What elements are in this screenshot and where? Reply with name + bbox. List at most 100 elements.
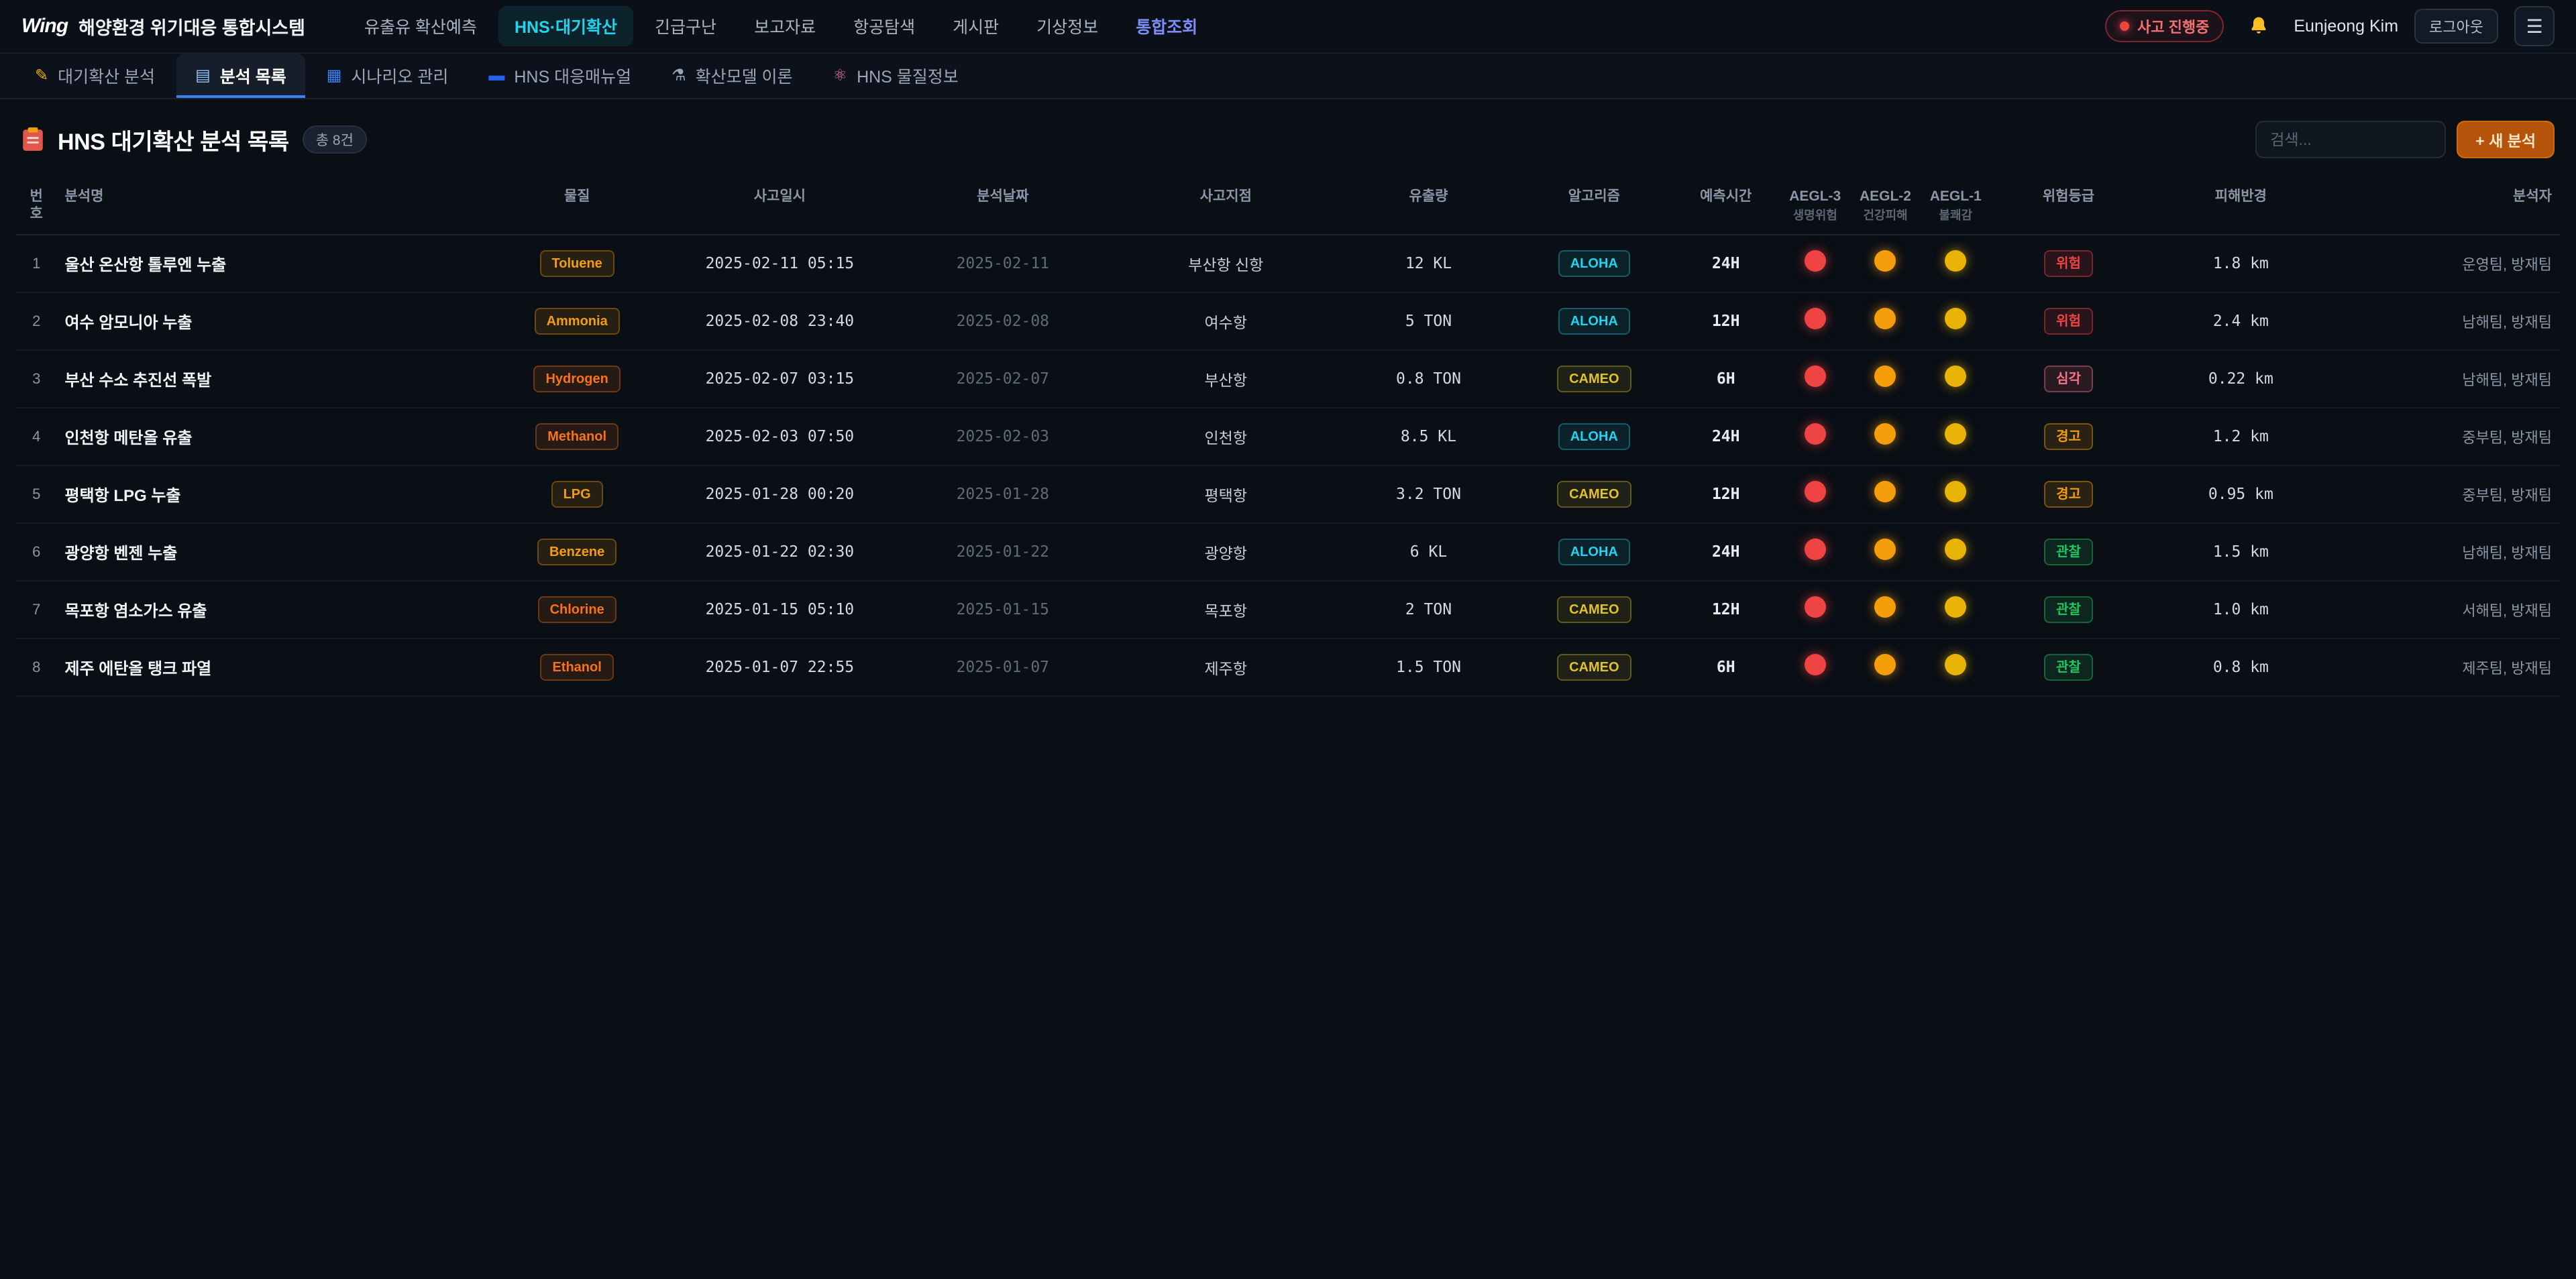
col-header-risk: 위험등급: [1991, 174, 2147, 235]
material-cell: Methanol: [489, 408, 665, 465]
nav-item[interactable]: 긴급구난: [639, 6, 733, 46]
col-header-label: AEGL-2: [1858, 188, 1913, 205]
spill-amount: 5 TON: [1341, 292, 1517, 350]
tab-분석 목록[interactable]: ▤ 분석 목록: [176, 54, 305, 98]
aegl3-cell: [1780, 581, 1850, 638]
algorithm-cell: CAMEO: [1516, 465, 1672, 523]
aegl2-cell: [1850, 292, 1921, 350]
table-row[interactable]: 6광양항 벤젠 누출Benzene2025-01-22 02:302025-01…: [16, 523, 2560, 581]
app-title: 해양환경 위기대응 통합시스템: [78, 13, 305, 40]
col-header-label: 예측시간: [1680, 188, 1772, 205]
new-analysis-button[interactable]: + 새 분석: [2457, 121, 2555, 158]
material-badge: Toluene: [540, 250, 614, 277]
table-row[interactable]: 7목포항 염소가스 유출Chlorine2025-01-15 05:102025…: [16, 581, 2560, 638]
aegl1-cell: [1921, 350, 1991, 408]
logout-button[interactable]: 로그아웃: [2414, 9, 2498, 44]
col-header-aegl2: AEGL-2건강피해: [1850, 174, 1921, 235]
incident-location: 부산항 신항: [1111, 235, 1341, 292]
incident-location: 부산항: [1111, 350, 1341, 408]
algorithm-cell: ALOHA: [1516, 523, 1672, 581]
tab-대기확산 분석[interactable]: ✎대기확산 분석: [16, 54, 174, 98]
table-row[interactable]: 1울산 온산항 톨루엔 누출Toluene2025-02-11 05:15202…: [16, 235, 2560, 292]
tab-label: 분석 목록: [220, 64, 286, 88]
nav-item[interactable]: 게시판: [936, 6, 1015, 46]
analysis-name: 제주 에탄올 탱크 파열: [56, 638, 489, 696]
analysis-date: 2025-01-22: [895, 523, 1111, 581]
incident-dot-icon: [2120, 21, 2129, 31]
user-name: Eunjeong Kim: [2294, 17, 2398, 36]
hamburger-menu-button[interactable]: ☰: [2514, 6, 2555, 46]
algorithm-cell: CAMEO: [1516, 350, 1672, 408]
tab-label: 시나리오 관리: [351, 64, 448, 88]
search-input[interactable]: [2255, 121, 2446, 158]
incident-datetime: 2025-02-08 23:40: [665, 292, 895, 350]
damage-radius: 1.8 km: [2146, 235, 2335, 292]
analysis-table-wrap: 번호분석명물질사고일시분석날짜사고지점유출량알고리즘예측시간AEGL-3생명위험…: [0, 174, 2576, 697]
nav-item[interactable]: 통합조회: [1120, 6, 1214, 46]
col-header-aegl1: AEGL-1불쾌감: [1921, 174, 1991, 235]
notification-bell-button[interactable]: [2240, 7, 2277, 45]
algorithm-badge: ALOHA: [1558, 539, 1630, 565]
tab-label: 확산모델 이론: [696, 64, 793, 88]
analyst-names: 중부팀, 방재팀: [2335, 408, 2560, 465]
analyst-names: 남해팀, 방재팀: [2335, 292, 2560, 350]
tab-HNS 물질정보[interactable]: ⚛HNS 물질정보: [814, 54, 977, 98]
aegl3-cell: [1780, 408, 1850, 465]
tab-시나리오 관리[interactable]: ▦시나리오 관리: [308, 54, 468, 98]
risk-level-badge: 관찰: [2044, 654, 2093, 681]
nav-item[interactable]: HNS·대기확산: [498, 6, 633, 46]
material-cell: Ethanol: [489, 638, 665, 696]
analysis-name: 목포항 염소가스 유출: [56, 581, 489, 638]
aegl3-cell: [1780, 350, 1850, 408]
aegl1-cell: [1921, 235, 1991, 292]
damage-radius: 0.8 km: [2146, 638, 2335, 696]
nav-item[interactable]: 유출유 확산예측: [348, 6, 493, 46]
row-number: 4: [16, 408, 56, 465]
table-row[interactable]: 8제주 에탄올 탱크 파열Ethanol2025-01-07 22:552025…: [16, 638, 2560, 696]
aegl2-cell: [1850, 350, 1921, 408]
analysis-date: 2025-01-07: [895, 638, 1111, 696]
spill-amount: 0.8 TON: [1341, 350, 1517, 408]
damage-radius: 1.5 km: [2146, 523, 2335, 581]
tab-HNS 대응매뉴얼[interactable]: ▬HNS 대응매뉴얼: [470, 54, 650, 98]
risk-cell: 심각: [1991, 350, 2147, 408]
tab-확산모델 이론[interactable]: ⚗확산모델 이론: [653, 54, 811, 98]
bell-icon: [2248, 15, 2269, 38]
table-row[interactable]: 2여수 암모니아 누출Ammonia2025-02-08 23:402025-0…: [16, 292, 2560, 350]
aegl1-cell: [1921, 465, 1991, 523]
spill-amount: 8.5 KL: [1341, 408, 1517, 465]
row-number: 6: [16, 523, 56, 581]
algorithm-badge: CAMEO: [1557, 596, 1631, 623]
incident-location: 여수항: [1111, 292, 1341, 350]
analysis-date: 2025-02-11: [895, 235, 1111, 292]
col-header-label: 사고지점: [1119, 188, 1333, 205]
row-number: 3: [16, 350, 56, 408]
analyst-names: 중부팀, 방재팀: [2335, 465, 2560, 523]
spill-amount: 6 KL: [1341, 523, 1517, 581]
nav-item[interactable]: 항공탐색: [837, 6, 931, 46]
forecast-duration: 24H: [1672, 408, 1780, 465]
material-badge: Ethanol: [540, 654, 613, 681]
nav-item[interactable]: 보고자료: [738, 6, 832, 46]
aegl3-indicator: [1805, 250, 1826, 272]
nav-item[interactable]: 기상정보: [1020, 6, 1114, 46]
col-header-label: 분석날짜: [903, 188, 1103, 205]
manual-icon: ▬: [488, 68, 504, 84]
table-row[interactable]: 5평택항 LPG 누출LPG2025-01-28 00:202025-01-28…: [16, 465, 2560, 523]
aegl2-indicator: [1874, 308, 1896, 329]
col-header-material: 물질: [489, 174, 665, 235]
table-row[interactable]: 3부산 수소 추진선 폭발Hydrogen2025-02-07 03:15202…: [16, 350, 2560, 408]
list-icon: ▤: [195, 68, 211, 84]
table-row[interactable]: 4인천항 메탄올 유출Methanol2025-02-03 07:502025-…: [16, 408, 2560, 465]
risk-level-badge: 경고: [2044, 423, 2093, 450]
col-header-analyst: 분석자: [2335, 174, 2560, 235]
aegl1-indicator: [1945, 250, 1966, 272]
incident-datetime: 2025-01-07 22:55: [665, 638, 895, 696]
col-header-datetime: 사고일시: [665, 174, 895, 235]
col-header-label: 번호: [24, 188, 48, 223]
algorithm-cell: ALOHA: [1516, 408, 1672, 465]
pencil-icon: ✎: [35, 68, 48, 84]
incident-location: 인천항: [1111, 408, 1341, 465]
algorithm-cell: CAMEO: [1516, 638, 1672, 696]
page-head-actions: + 새 분석: [2255, 121, 2555, 158]
